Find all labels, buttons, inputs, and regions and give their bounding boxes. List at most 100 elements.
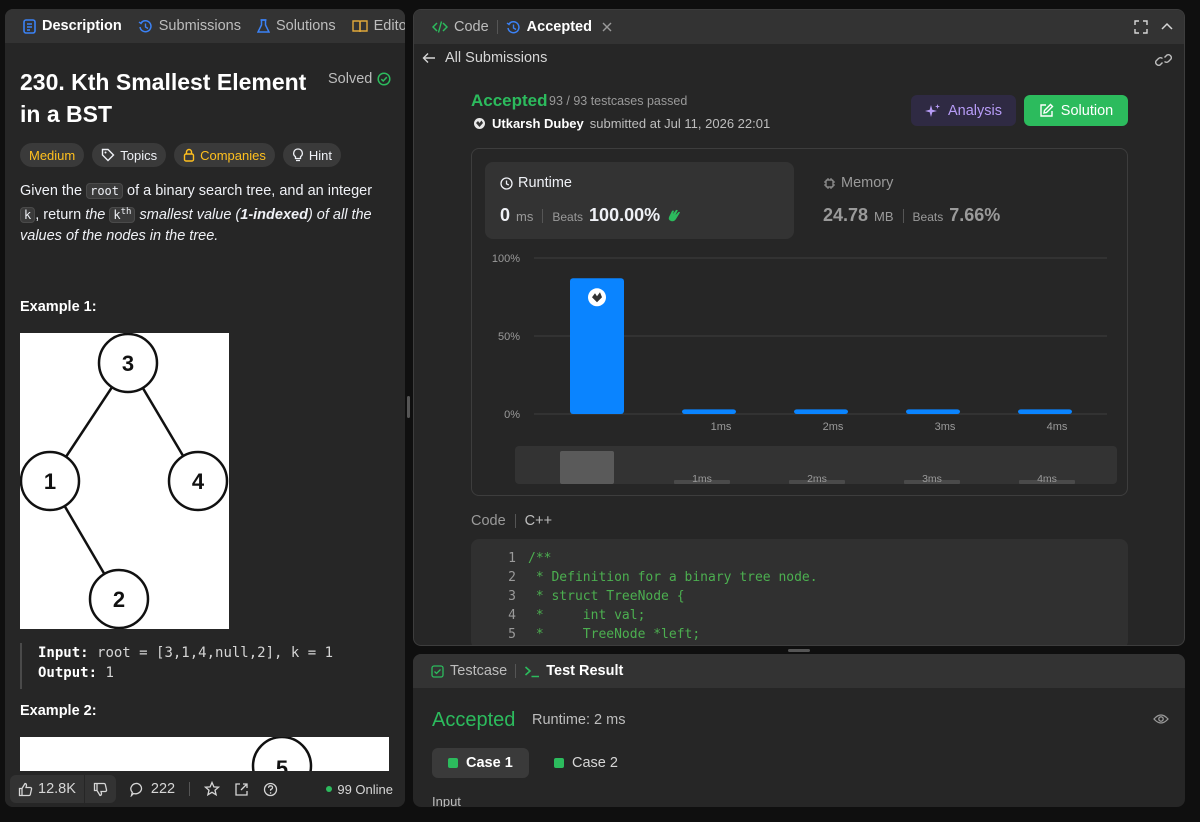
tab-code[interactable]: Code (424, 10, 497, 44)
hint-chip[interactable]: Hint (282, 143, 341, 167)
back-to-submissions[interactable]: All Submissions (422, 50, 547, 66)
tab-description[interactable]: Description (15, 9, 130, 43)
beats-label: Beats (912, 210, 944, 224)
line-number: 2 (508, 570, 516, 585)
code-text: * Definition for a binary tree node. (528, 570, 818, 585)
desc-bold: 1-indexed (240, 207, 308, 223)
runtime-unit: ms (516, 209, 534, 224)
runtime-distribution-chart: 100% 50% 0% 1ms 2ms 3ms 4ms 1ms 2ms 3ms 4ms (492, 253, 1117, 485)
back-label: All Submissions (445, 50, 548, 66)
right-tabbar: Code Accepted (414, 10, 1184, 44)
submission-status: Accepted (471, 91, 548, 110)
tab-test-result[interactable]: Test Result (516, 654, 631, 688)
online-dot (326, 786, 333, 792)
vertical-resize-handle[interactable] (407, 396, 410, 418)
case-1-tab[interactable]: Case 1 (432, 748, 529, 778)
horizontal-resize-handle[interactable] (788, 649, 810, 652)
checkbox-icon (431, 664, 444, 678)
difficulty-badge: Medium (20, 143, 85, 167)
tab-label: Solutions (275, 18, 336, 34)
chart-bar (906, 409, 960, 414)
tab-testcase[interactable]: Testcase (423, 654, 515, 688)
code-icon (432, 20, 448, 34)
tree-node: 5 (276, 756, 288, 772)
check-circle-icon (377, 72, 391, 86)
like-button[interactable]: 12.8K (10, 775, 84, 803)
x-tick-label: 3ms (935, 421, 956, 433)
bottom-tabbar: Testcase Test Result (413, 654, 1185, 688)
tab-editorial[interactable]: Edito (344, 9, 405, 43)
tab-label: Test Result (546, 663, 624, 679)
example1-tree-image: 3 1 4 2 (20, 333, 229, 629)
inline-code-k: k (20, 207, 36, 223)
fullscreen-icon[interactable] (1134, 20, 1148, 34)
tab-label: Edito (373, 18, 405, 34)
desc-text: , return (35, 207, 86, 223)
topics-chip[interactable]: Topics (92, 143, 167, 167)
runtime-card[interactable]: Runtime 0 ms Beats 100.00% (485, 162, 794, 239)
tab-accepted[interactable]: Accepted (498, 10, 620, 44)
result-status: Accepted (432, 709, 516, 731)
chip-icon (823, 177, 836, 190)
chart-bar (682, 409, 736, 414)
result-runtime: Runtime: 2 ms (532, 712, 626, 728)
analysis-button[interactable]: Analysis (911, 95, 1016, 126)
tab-solutions[interactable]: Solutions (249, 9, 344, 43)
runtime-value-row: 0 ms Beats 100.00% (500, 205, 682, 226)
companies-chip[interactable]: Companies (174, 143, 275, 167)
overview-label: 3ms (922, 473, 942, 485)
comments-button[interactable]: 222 (130, 781, 175, 797)
favorite-button[interactable] (204, 781, 221, 797)
tree-node: 4 (192, 469, 205, 494)
y-tick-label: 50% (498, 331, 520, 343)
lock-icon (183, 148, 195, 162)
history-icon (506, 20, 521, 35)
solved-status: Solved (328, 71, 391, 87)
tab-label: Code (454, 19, 489, 35)
tab-submissions[interactable]: Submissions (130, 9, 249, 43)
tab-label: Description (42, 18, 122, 34)
chart-bar (794, 409, 848, 414)
solved-label: Solved (328, 71, 373, 87)
overview-bar-selected (560, 451, 614, 484)
online-indicator: 99 Online (326, 771, 393, 807)
example2-tree-image: 5 (20, 737, 389, 772)
runtime-beats: 100.00% (589, 205, 661, 225)
chevron-up-icon[interactable] (1160, 21, 1174, 31)
code-viewer[interactable]: 1 /** 2 * Definition for a binary tree nod… (471, 539, 1128, 645)
tree-node: 3 (122, 351, 134, 376)
memory-header: Memory (823, 175, 893, 191)
kth-k: k (113, 208, 121, 222)
clock-icon (500, 176, 513, 190)
memory-unit: MB (874, 209, 894, 224)
close-icon[interactable] (602, 22, 612, 32)
tag-icon (101, 148, 115, 162)
comment-icon (130, 782, 145, 797)
avatar[interactable] (473, 117, 486, 130)
comment-count: 222 (150, 781, 176, 797)
solution-label: Solution (1060, 102, 1114, 119)
test-result-panel: Testcase Test Result Accepted Runtime: 2… (413, 654, 1185, 807)
author-name[interactable]: Utkarsh Dubey (492, 116, 584, 131)
line-number: 1 (508, 551, 516, 566)
input-label: Input (432, 794, 461, 807)
external-link-icon (234, 782, 249, 797)
case-2-tab[interactable]: Case 2 (538, 748, 634, 778)
x-tick-label: 2ms (823, 421, 844, 433)
overview-label: 1ms (692, 473, 712, 485)
help-button[interactable] (263, 782, 278, 797)
memory-card[interactable]: Memory 24.78 MB Beats 7.66% (808, 162, 1108, 239)
link-icon[interactable] (1155, 53, 1172, 67)
eye-icon[interactable] (1153, 713, 1169, 725)
solution-button[interactable]: Solution (1024, 95, 1128, 126)
share-button[interactable] (234, 782, 249, 797)
example1-title: Example 1: (20, 299, 97, 315)
chip-label: Topics (120, 147, 158, 163)
code-line: 3 * struct TreeNode { (471, 589, 684, 608)
dislike-button[interactable] (85, 775, 116, 803)
chip-label: Hint (308, 147, 332, 163)
analysis-label: Analysis (948, 102, 1002, 119)
runtime-header: Runtime (500, 175, 572, 191)
output-label: Output: (38, 665, 98, 681)
left-footer: 12.8K 222 99 Online (5, 771, 405, 807)
